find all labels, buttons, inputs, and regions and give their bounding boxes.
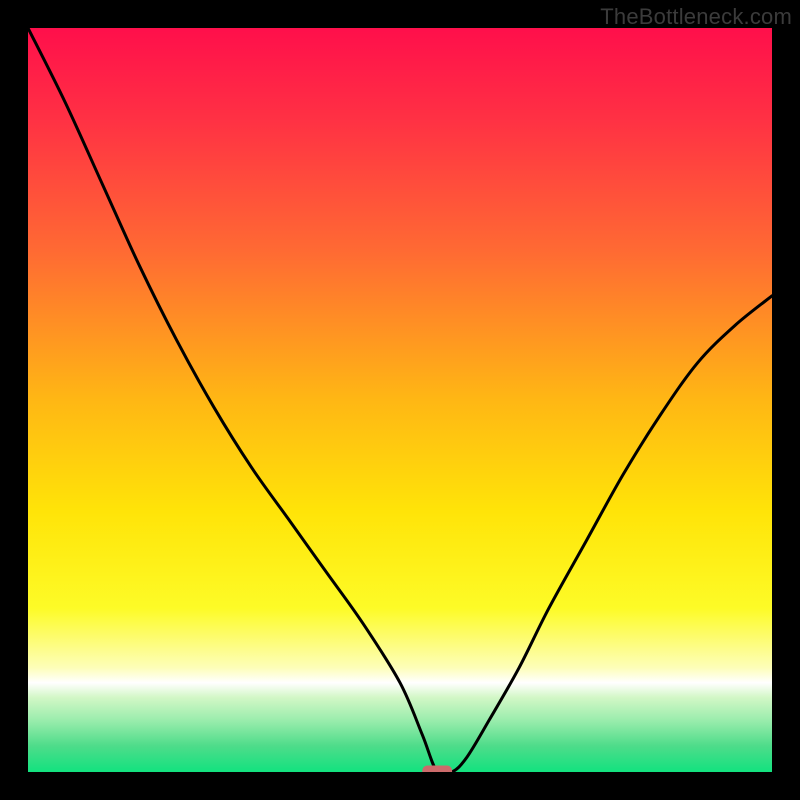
- plot-area: [28, 28, 772, 772]
- gradient-background: [28, 28, 772, 772]
- bottleneck-curve-chart: [28, 28, 772, 772]
- optimal-marker: [422, 766, 452, 772]
- watermark-text: TheBottleneck.com: [600, 4, 792, 30]
- chart-frame: TheBottleneck.com: [0, 0, 800, 800]
